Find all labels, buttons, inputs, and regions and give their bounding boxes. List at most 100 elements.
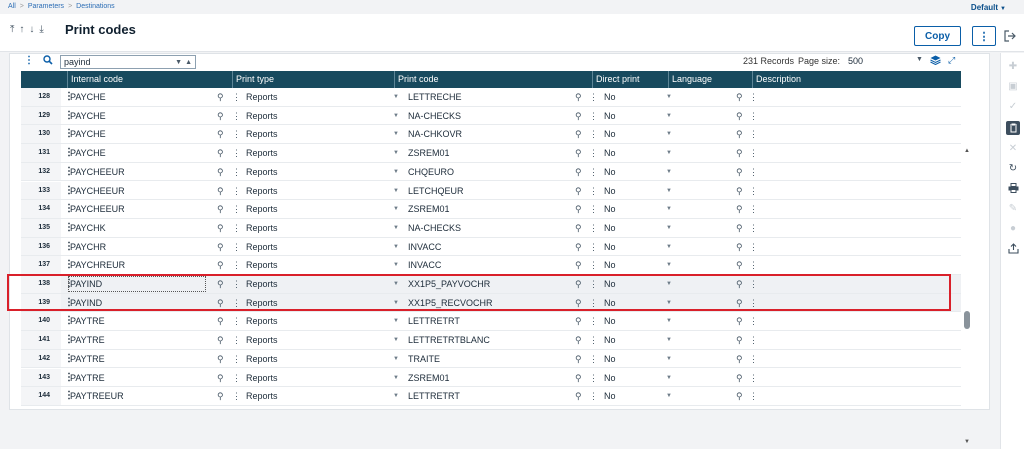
lookup-icon[interactable]: ⚲ xyxy=(217,88,224,107)
language-cell[interactable] xyxy=(677,294,727,312)
caret-down-icon[interactable]: ▼ xyxy=(393,125,399,144)
direct-print-cell[interactable]: No xyxy=(601,312,651,330)
lookup-icon[interactable]: ⚲ xyxy=(217,294,224,313)
description-cell[interactable] xyxy=(761,144,951,162)
lookup-icon[interactable]: ⚲ xyxy=(575,294,582,313)
direct-print-cell[interactable]: No xyxy=(601,200,651,218)
language-cell[interactable] xyxy=(677,312,727,330)
breadcrumb-all[interactable]: All xyxy=(8,3,16,10)
profile-menu[interactable]: Default ▼ xyxy=(971,3,1006,12)
table-row[interactable]: 138 ⋮ PAYIND ⚲ ⋮ Reports ▼ XX1P5_PAYVOCHR ⚲ ⋮ No ▼ ⚲… xyxy=(21,275,961,294)
caret-down-icon[interactable]: ▼ xyxy=(666,256,672,275)
column-header-description[interactable]: Description xyxy=(752,71,961,88)
search-input[interactable]: payind ▼ ▲ xyxy=(60,55,196,69)
cell-menu-icon[interactable]: ⋮ xyxy=(749,256,758,275)
caret-down-icon[interactable]: ▼ xyxy=(393,219,399,238)
caret-down-icon[interactable]: ▼ xyxy=(393,107,399,126)
description-cell[interactable] xyxy=(761,200,951,218)
table-row[interactable]: 140 ⋮ PAYTRE ⚲ ⋮ Reports ▼ LETTRETRT ⚲ ⋮ No ▼ ⚲ ⋮ xyxy=(21,312,961,332)
table-row[interactable]: 135 ⋮ PAYCHK ⚲ ⋮ Reports ▼ NA-CHECKS ⚲ ⋮ No ▼ ⚲ ⋮ xyxy=(21,218,961,238)
direct-print-cell[interactable]: No xyxy=(601,125,651,143)
language-cell[interactable] xyxy=(677,350,727,368)
caret-down-icon[interactable]: ▼ xyxy=(666,200,672,219)
print-type-cell[interactable]: Reports xyxy=(243,88,383,106)
print-type-cell[interactable]: Reports xyxy=(243,200,383,218)
lookup-icon[interactable]: ⚲ xyxy=(575,387,582,406)
direct-print-cell[interactable]: No xyxy=(601,88,651,106)
lookup-icon[interactable]: ⚲ xyxy=(217,387,224,406)
column-header-direct-print[interactable]: Direct print xyxy=(592,71,668,88)
direct-print-cell[interactable]: No xyxy=(601,369,651,387)
lookup-icon[interactable]: ⚲ xyxy=(575,331,582,350)
cell-menu-icon[interactable]: ⋮ xyxy=(749,182,758,201)
table-row[interactable]: 132 ⋮ PAYCHEEUR ⚲ ⋮ Reports ▼ CHQEURO ⚲ ⋮ No ▼ ⚲ ⋮ xyxy=(21,162,961,182)
cell-menu-icon[interactable]: ⋮ xyxy=(749,369,758,388)
lookup-icon[interactable]: ⚲ xyxy=(217,125,224,144)
cell-menu-icon[interactable]: ⋮ xyxy=(232,294,241,313)
cell-menu-icon[interactable]: ⋮ xyxy=(589,182,598,201)
cell-menu-icon[interactable]: ⋮ xyxy=(232,387,241,406)
description-cell[interactable] xyxy=(761,219,951,237)
internal-code-cell[interactable]: PAYCHEEUR xyxy=(67,200,207,218)
table-row[interactable]: 129 ⋮ PAYCHE ⚲ ⋮ Reports ▼ NA-CHECKS ⚲ ⋮ No ▼ ⚲ ⋮ xyxy=(21,106,961,126)
internal-code-cell[interactable]: PAYCHE xyxy=(67,88,207,106)
description-cell[interactable] xyxy=(761,125,951,143)
print-code-cell[interactable]: LETTRETRT xyxy=(405,387,565,405)
print-type-cell[interactable]: Reports xyxy=(243,256,383,274)
print-type-cell[interactable]: Reports xyxy=(243,369,383,387)
print-code-cell[interactable]: CHQEURO xyxy=(405,163,565,181)
table-row[interactable]: 144 ⋮ PAYTREEUR ⚲ ⋮ Reports ▼ LETTRETRT ⚲ ⋮ No ▼ ⚲ ⋮ xyxy=(21,387,961,406)
column-header-print-type[interactable]: Print type xyxy=(232,71,394,88)
table-row[interactable]: 131 ⋮ PAYCHE ⚲ ⋮ Reports ▼ ZSREM01 ⚲ ⋮ No ▼ ⚲ ⋮ xyxy=(21,144,961,163)
lookup-icon[interactable]: ⚲ xyxy=(575,219,582,238)
cell-menu-icon[interactable]: ⋮ xyxy=(589,387,598,406)
layers-icon[interactable] xyxy=(930,55,941,68)
cell-menu-icon[interactable]: ⋮ xyxy=(232,238,241,257)
caret-down-icon[interactable]: ▼ xyxy=(393,294,399,313)
language-cell[interactable] xyxy=(677,125,727,143)
caret-down-icon[interactable]: ▼ xyxy=(393,200,399,219)
cell-menu-icon[interactable]: ⋮ xyxy=(232,88,241,107)
column-header-internal-code[interactable]: Internal code xyxy=(67,71,232,88)
print-code-cell[interactable]: INVACC xyxy=(405,238,565,256)
language-cell[interactable] xyxy=(677,144,727,162)
direct-print-cell[interactable]: No xyxy=(601,294,651,312)
direct-print-cell[interactable]: No xyxy=(601,387,651,405)
lookup-icon[interactable]: ⚲ xyxy=(736,200,743,219)
scrollbar-thumb[interactable] xyxy=(964,311,970,329)
language-cell[interactable] xyxy=(677,163,727,181)
print-code-cell[interactable]: NA-CHECKS xyxy=(405,219,565,237)
lookup-icon[interactable]: ⚲ xyxy=(736,294,743,313)
language-cell[interactable] xyxy=(677,182,727,200)
caret-down-icon[interactable]: ▼ xyxy=(666,369,672,388)
print-code-cell[interactable]: NA-CHECKS xyxy=(405,107,565,125)
internal-code-cell[interactable]: PAYCHR xyxy=(67,238,207,256)
direct-print-cell[interactable]: No xyxy=(601,144,651,162)
cell-menu-icon[interactable]: ⋮ xyxy=(749,387,758,406)
cell-menu-icon[interactable]: ⋮ xyxy=(589,256,598,275)
exit-icon[interactable] xyxy=(1004,30,1016,45)
description-cell[interactable] xyxy=(761,238,951,256)
caret-down-icon[interactable]: ▼ xyxy=(393,88,399,107)
language-cell[interactable] xyxy=(677,256,727,274)
direct-print-cell[interactable]: No xyxy=(601,331,651,349)
language-cell[interactable] xyxy=(677,219,727,237)
lookup-icon[interactable]: ⚲ xyxy=(575,107,582,126)
language-cell[interactable] xyxy=(677,238,727,256)
lookup-icon[interactable]: ⚲ xyxy=(217,163,224,182)
print-type-cell[interactable]: Reports xyxy=(243,163,383,181)
caret-down-icon[interactable]: ▼ xyxy=(666,275,672,294)
internal-code-cell[interactable]: PAYCHEEUR xyxy=(67,163,207,181)
caret-down-icon[interactable]: ▼ xyxy=(666,219,672,238)
caret-down-icon[interactable]: ▼ xyxy=(666,294,672,313)
lookup-icon[interactable]: ⚲ xyxy=(736,107,743,126)
table-row[interactable]: 134 ⋮ PAYCHEEUR ⚲ ⋮ Reports ▼ ZSREM01 ⚲ ⋮ No ▼ ⚲ ⋮ xyxy=(21,200,961,219)
cell-menu-icon[interactable]: ⋮ xyxy=(749,350,758,369)
lookup-icon[interactable]: ⚲ xyxy=(736,369,743,388)
cell-menu-icon[interactable]: ⋮ xyxy=(749,163,758,182)
cell-menu-icon[interactable]: ⋮ xyxy=(589,200,598,219)
lookup-icon[interactable]: ⚲ xyxy=(736,256,743,275)
caret-down-icon[interactable]: ▼ xyxy=(666,125,672,144)
internal-code-cell[interactable]: PAYCHREUR xyxy=(67,256,207,274)
language-cell[interactable] xyxy=(677,275,727,293)
